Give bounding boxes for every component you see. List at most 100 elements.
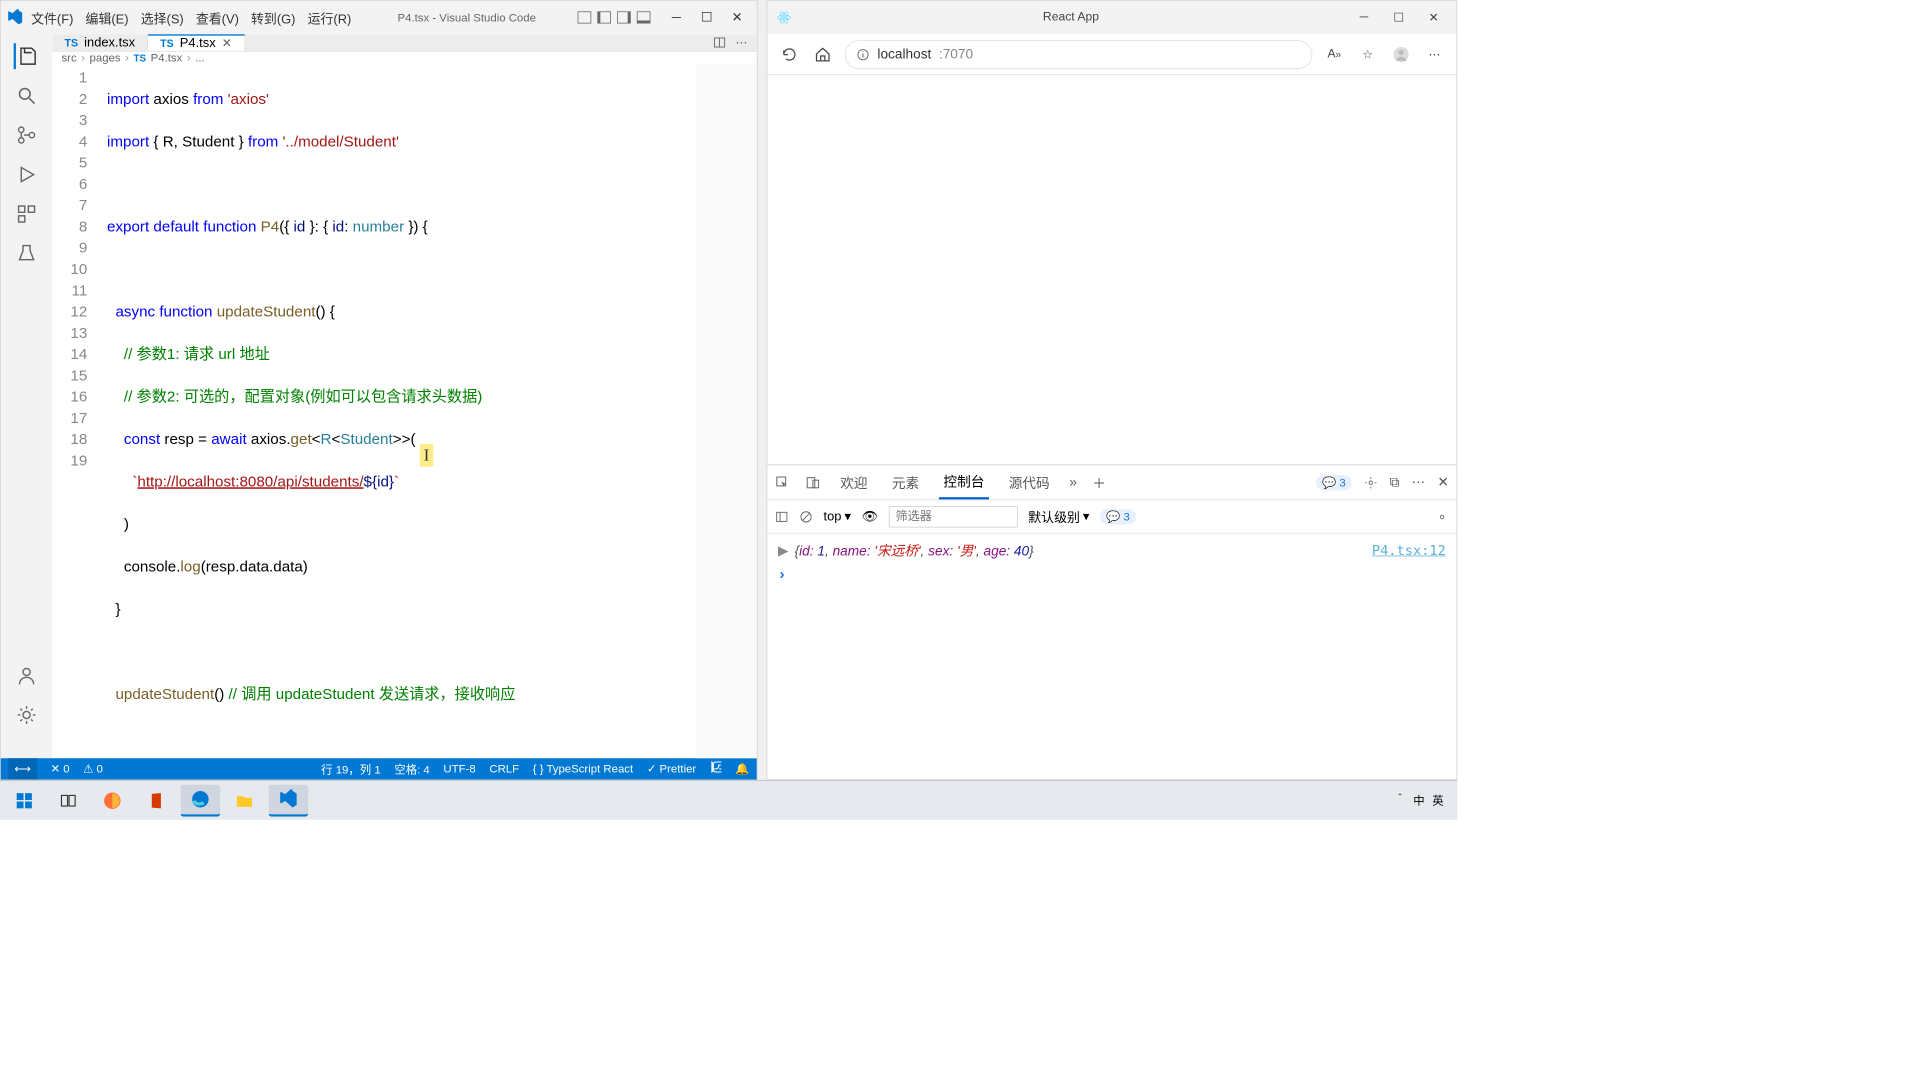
- settings-icon[interactable]: [14, 702, 40, 728]
- vscode-logo-icon: [7, 9, 24, 26]
- crumb-pages[interactable]: pages: [90, 52, 121, 65]
- favorites-icon[interactable]: ☆: [1356, 43, 1379, 66]
- task-view-icon[interactable]: [49, 784, 88, 816]
- breadcrumb[interactable]: src › pages › TS P4.tsx › ...: [52, 52, 756, 65]
- more-actions-icon[interactable]: ⋯: [735, 35, 747, 50]
- console-filter-bar: top ▾ 👁 默认级别 ▾ 💬 3: [767, 500, 1456, 533]
- accounts-icon[interactable]: [14, 663, 40, 689]
- line-gutter: 12345678910111213141516171819: [52, 65, 101, 759]
- menu-run[interactable]: 运行(R): [303, 5, 356, 30]
- devtools-settings-icon[interactable]: [1364, 476, 1378, 490]
- layout-toggles[interactable]: [578, 11, 651, 23]
- split-editor-icon[interactable]: [713, 36, 727, 50]
- source-link[interactable]: P4.tsx:12: [1372, 542, 1446, 558]
- extensions-icon[interactable]: [14, 201, 40, 227]
- tab-console[interactable]: 控制台: [939, 465, 989, 499]
- context-dropdown[interactable]: top ▾: [824, 509, 851, 524]
- clear-console-icon[interactable]: [799, 510, 813, 524]
- bell-icon[interactable]: 🔔: [735, 762, 749, 776]
- tab-label: P4.tsx: [180, 36, 216, 51]
- prettier-status[interactable]: ✓ Prettier: [647, 762, 696, 776]
- tab-sources[interactable]: 源代码: [1004, 466, 1054, 498]
- close-devtools-icon[interactable]: ✕: [1437, 474, 1448, 490]
- close-button[interactable]: ✕: [723, 8, 750, 28]
- explorer-icon[interactable]: [14, 43, 40, 69]
- maximize-button[interactable]: ☐: [693, 8, 720, 28]
- code-editor[interactable]: 12345678910111213141516171819 import axi…: [52, 65, 756, 759]
- menu-view[interactable]: 查看(V): [191, 5, 243, 30]
- console-settings-icon[interactable]: [1435, 510, 1449, 524]
- add-tab-icon[interactable]: ＋: [1092, 472, 1106, 492]
- filter-input[interactable]: [889, 506, 1018, 527]
- crumb-file[interactable]: P4.tsx: [151, 52, 183, 65]
- menu-goto[interactable]: 转到(G): [246, 5, 300, 30]
- live-expression-icon[interactable]: 👁: [862, 509, 878, 524]
- close-button[interactable]: ✕: [1420, 8, 1447, 28]
- device-icon[interactable]: [805, 475, 820, 490]
- error-count[interactable]: ✕ 0: [50, 762, 69, 776]
- vscode-window: 文件(F) 编辑(E) 选择(S) 查看(V) 转到(G) 运行(R) P4.t…: [0, 0, 757, 780]
- file-explorer-icon[interactable]: [225, 784, 264, 816]
- minimap[interactable]: [696, 65, 757, 759]
- console-prompt-icon[interactable]: ›: [778, 566, 785, 583]
- address-bar[interactable]: localhost:7070: [845, 40, 1313, 69]
- info-icon[interactable]: [856, 47, 870, 61]
- edge-icon[interactable]: [181, 784, 220, 816]
- tab-p4-tsx[interactable]: TS P4.tsx ✕: [148, 34, 245, 51]
- crumb-src[interactable]: src: [61, 52, 76, 65]
- dock-icon[interactable]: ⧉: [1390, 474, 1400, 490]
- more-icon[interactable]: ⋯: [1423, 43, 1446, 66]
- console-log-line[interactable]: ▶ {id: 1, name: '宋远桥', sex: '男', age: 40…: [778, 538, 1446, 562]
- ime-indicator-1[interactable]: 中: [1413, 792, 1424, 808]
- minimize-button[interactable]: ─: [663, 8, 690, 28]
- close-tab-icon[interactable]: ✕: [222, 36, 232, 51]
- home-icon[interactable]: [811, 43, 834, 66]
- inspect-icon[interactable]: [775, 475, 790, 490]
- cursor-position[interactable]: 行 19，列 1: [321, 761, 380, 777]
- remote-indicator[interactable]: ⟷: [8, 758, 36, 779]
- tab-welcome[interactable]: 欢迎: [836, 466, 872, 498]
- tray-chevron-icon[interactable]: ＾: [1394, 792, 1405, 808]
- tab-elements[interactable]: 元素: [887, 466, 923, 498]
- issues-badge-2[interactable]: 💬 3: [1100, 509, 1136, 524]
- test-icon[interactable]: [14, 241, 40, 267]
- menu-edit[interactable]: 编辑(E): [81, 5, 133, 30]
- source-control-icon[interactable]: [14, 122, 40, 148]
- warning-count[interactable]: ⚠ 0: [83, 762, 103, 776]
- minimize-button[interactable]: ─: [1350, 8, 1377, 28]
- browser-window: React App ─ ☐ ✕ localhost:7070 A» ☆ ⋯ 欢迎…: [767, 0, 1458, 780]
- issues-badge[interactable]: 💬 3: [1316, 475, 1352, 490]
- feedback-icon[interactable]: 🯁: [710, 759, 721, 778]
- run-debug-icon[interactable]: [14, 162, 40, 188]
- vscode-taskbar-icon[interactable]: [269, 784, 308, 816]
- menu-select[interactable]: 选择(S): [136, 5, 188, 30]
- start-button[interactable]: [5, 784, 44, 816]
- more-tabs-icon[interactable]: »: [1069, 474, 1077, 490]
- console-output[interactable]: ▶ {id: 1, name: '宋远桥', sex: '男', age: 40…: [767, 534, 1456, 780]
- crumb-symbol[interactable]: ...: [195, 52, 204, 65]
- expand-icon[interactable]: ▶: [778, 542, 789, 558]
- tab-index-tsx[interactable]: TS index.tsx: [52, 34, 148, 51]
- indentation[interactable]: 空格: 4: [394, 761, 429, 777]
- url-port: :7070: [939, 46, 973, 62]
- chevron-right-icon: ›: [125, 52, 129, 65]
- code-content[interactable]: import axios from 'axios' import { R, St…: [101, 65, 757, 759]
- sidebar-toggle-icon[interactable]: [775, 510, 789, 524]
- language-mode[interactable]: { } TypeScript React: [533, 762, 633, 775]
- log-level-dropdown[interactable]: 默认级别 ▾: [1028, 507, 1089, 526]
- firefox-icon[interactable]: [93, 784, 132, 816]
- devtools-more-icon[interactable]: ⋯: [1412, 474, 1426, 490]
- menu-file[interactable]: 文件(F): [27, 5, 78, 30]
- maximize-button[interactable]: ☐: [1385, 8, 1412, 28]
- encoding[interactable]: UTF-8: [443, 762, 475, 775]
- page-title: React App: [799, 11, 1342, 25]
- profile-icon[interactable]: [1390, 43, 1413, 66]
- ime-indicator-2[interactable]: 英: [1432, 792, 1443, 808]
- refresh-icon[interactable]: [778, 43, 801, 66]
- react-app-icon: [776, 10, 791, 25]
- office-icon[interactable]: [137, 784, 176, 816]
- reader-icon[interactable]: A»: [1323, 43, 1346, 66]
- eol[interactable]: CRLF: [489, 762, 519, 775]
- windows-taskbar: ＾ 中 英: [0, 780, 1457, 819]
- search-icon[interactable]: [14, 83, 40, 109]
